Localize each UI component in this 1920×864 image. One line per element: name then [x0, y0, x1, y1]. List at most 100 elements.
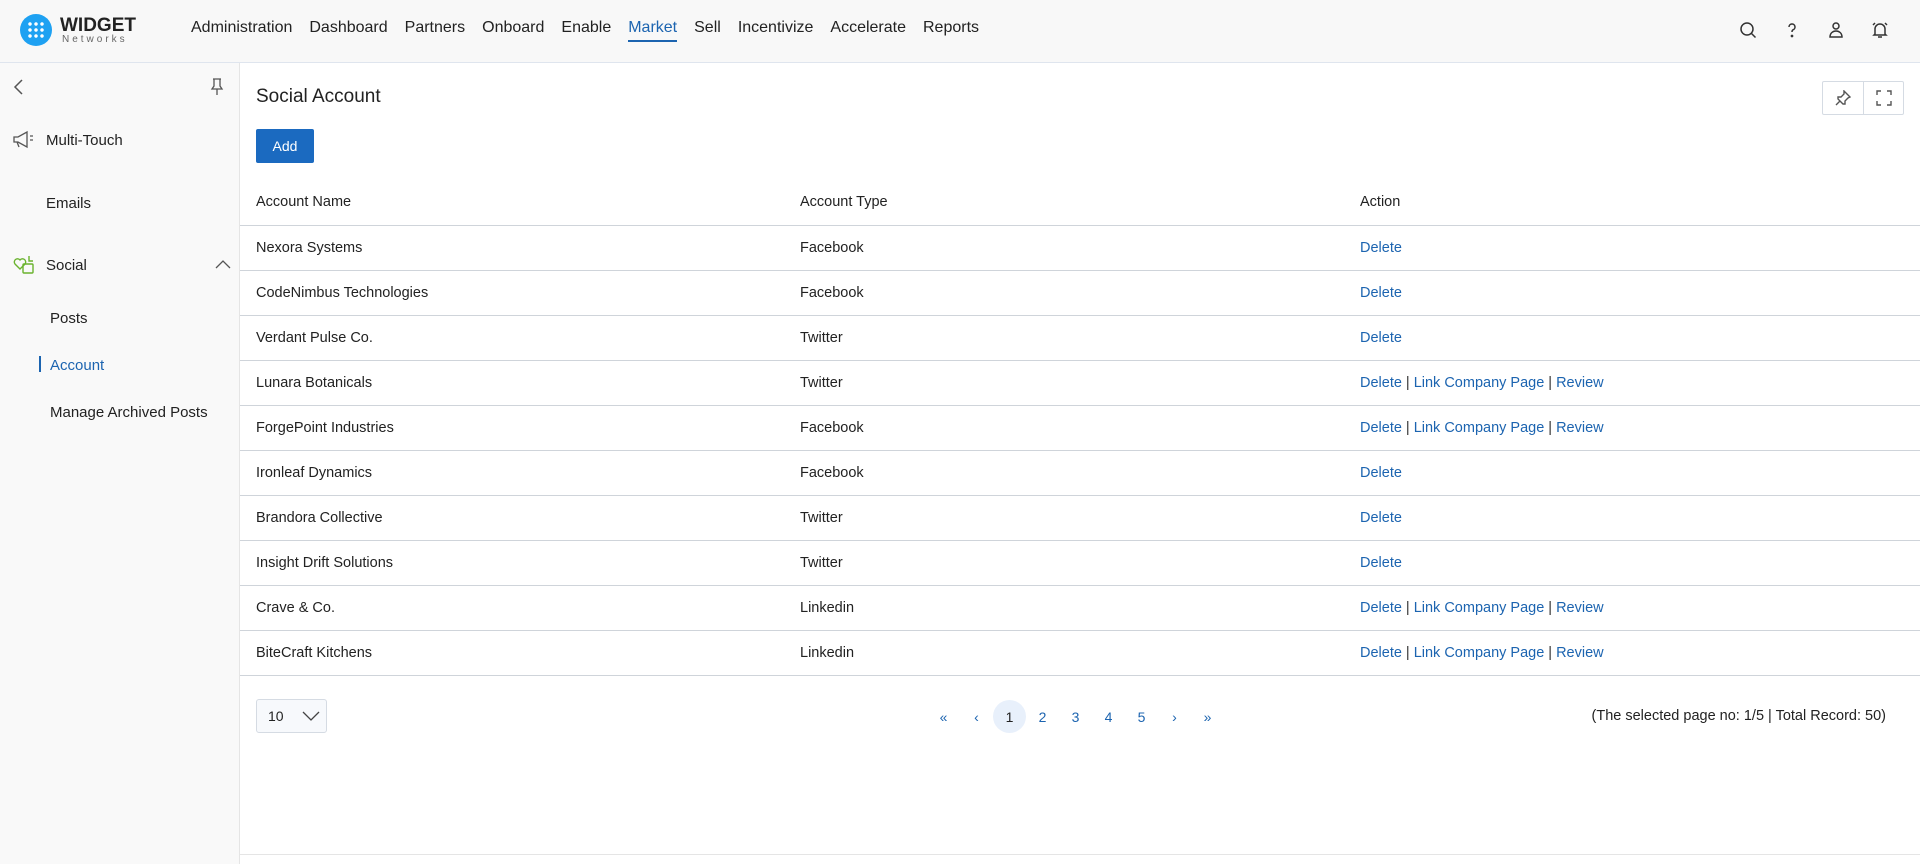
actions-cell: Delete | Link Company Page | Review — [1360, 585, 1920, 631]
brand-name: WIDGET — [60, 14, 136, 36]
next-page-button[interactable]: › — [1158, 700, 1191, 733]
brand-sub: Networks — [62, 33, 128, 45]
column-header-action: Action — [1360, 180, 1920, 226]
table-row: Ironleaf Dynamics Facebook Delete — [240, 450, 1920, 496]
review-link[interactable]: Review — [1556, 600, 1604, 616]
column-header-account-name[interactable]: Account Name — [240, 180, 800, 226]
link-company-page-link[interactable]: Link Company Page — [1414, 375, 1545, 391]
actions-cell: Delete — [1360, 540, 1920, 586]
account-type: Facebook — [800, 270, 1360, 316]
first-page-button[interactable]: « — [927, 700, 960, 733]
sidebar: Multi-Touch Emails Social Posts Account … — [0, 63, 240, 864]
add-button[interactable]: Add — [256, 129, 314, 163]
delete-link[interactable]: Delete — [1360, 375, 1402, 391]
page-1-button[interactable]: 1 — [993, 700, 1026, 733]
account-name: BiteCraft Kitchens — [240, 630, 800, 676]
pagination-info: (The selected page no: 1/5 | Total Recor… — [1591, 708, 1886, 724]
chevron-up-icon[interactable] — [214, 257, 232, 274]
sidebar-item-emails[interactable]: Emails — [46, 195, 91, 212]
page-title: Social Account — [256, 86, 381, 107]
account-name: Crave & Co. — [240, 585, 800, 631]
separator: | — [1405, 419, 1410, 436]
delete-link[interactable]: Delete — [1360, 330, 1402, 346]
account-type: Facebook — [800, 405, 1360, 451]
table-row: Lunara Botanicals Twitter Delete | Link Comp… — [240, 360, 1920, 406]
actions-cell: Delete — [1360, 495, 1920, 541]
prev-page-button[interactable]: ‹ — [960, 700, 993, 733]
table-row: ForgePoint Industries Facebook Delete | Link… — [240, 405, 1920, 451]
account-name: Insight Drift Solutions — [240, 540, 800, 586]
delete-link[interactable]: Delete — [1360, 285, 1402, 301]
pin-icon[interactable] — [1823, 82, 1863, 114]
nav-reports[interactable]: Reports — [923, 19, 979, 42]
sidebar-item-multi-touch[interactable]: Multi-Touch — [46, 132, 123, 149]
page-2-button[interactable]: 2 — [1026, 700, 1059, 733]
main-content: Social Account Add Account Name Account … — [240, 63, 1920, 864]
account-type: Facebook — [800, 450, 1360, 496]
logo[interactable]: WIDGET Networks — [20, 14, 136, 46]
collapse-sidebar-icon[interactable] — [12, 77, 26, 102]
nav-dashboard[interactable]: Dashboard — [309, 19, 387, 42]
megaphone-icon — [12, 130, 36, 154]
review-link[interactable]: Review — [1556, 420, 1604, 436]
delete-link[interactable]: Delete — [1360, 465, 1402, 481]
page-5-button[interactable]: 5 — [1125, 700, 1158, 733]
account-type: Linkedin — [800, 585, 1360, 631]
help-icon[interactable] — [1782, 20, 1802, 45]
actions-cell: Delete | Link Company Page | Review — [1360, 405, 1920, 451]
nav-sell[interactable]: Sell — [694, 19, 721, 42]
nav-partners[interactable]: Partners — [405, 19, 465, 42]
link-company-page-link[interactable]: Link Company Page — [1414, 600, 1545, 616]
bell-icon[interactable] — [1870, 20, 1890, 45]
link-company-page-link[interactable]: Link Company Page — [1414, 645, 1545, 661]
table-row: Nexora Systems Facebook Delete — [240, 225, 1920, 271]
delete-link[interactable]: Delete — [1360, 240, 1402, 256]
delete-link[interactable]: Delete — [1360, 645, 1402, 661]
page-size-select[interactable]: 10 — [256, 699, 327, 733]
actions-cell: Delete — [1360, 315, 1920, 361]
account-name: CodeNimbus Technologies — [240, 270, 800, 316]
sidebar-item-posts[interactable]: Posts — [50, 310, 88, 327]
page-4-button[interactable]: 4 — [1092, 700, 1125, 733]
separator: | — [1405, 644, 1410, 661]
separator: | — [1548, 374, 1553, 391]
table-row: CodeNimbus Technologies Facebook Delete — [240, 270, 1920, 316]
sidebar-item-manage-archived-posts[interactable]: Manage Archived Posts — [50, 404, 208, 421]
sidebar-item-social[interactable]: Social — [46, 257, 87, 274]
top-header: WIDGET Networks Administration Dashboard Pa… — [0, 0, 1920, 63]
sidebar-item-account[interactable]: Account — [50, 357, 104, 374]
actions-cell: Delete | Link Company Page | Review — [1360, 360, 1920, 406]
pagination: «‹ 1 2 3 4 5 ›» — [927, 700, 1224, 733]
review-link[interactable]: Review — [1556, 375, 1604, 391]
delete-link[interactable]: Delete — [1360, 420, 1402, 436]
fullscreen-icon[interactable] — [1863, 82, 1903, 114]
table-row: Crave & Co. Linkedin Delete | Link Company P… — [240, 585, 1920, 631]
delete-link[interactable]: Delete — [1360, 510, 1402, 526]
column-header-account-type[interactable]: Account Type — [800, 180, 1360, 226]
table-row: Brandora Collective Twitter Delete — [240, 495, 1920, 541]
last-page-button[interactable]: » — [1191, 700, 1224, 733]
delete-link[interactable]: Delete — [1360, 555, 1402, 571]
main-nav: Administration Dashboard Partners Onboard En… — [191, 19, 979, 42]
link-company-page-link[interactable]: Link Company Page — [1414, 420, 1545, 436]
page-size-value: 10 — [268, 708, 284, 724]
account-name: Nexora Systems — [240, 225, 800, 271]
account-name: ForgePoint Industries — [240, 405, 800, 451]
account-type: Twitter — [800, 360, 1360, 406]
separator: | — [1548, 599, 1553, 616]
nav-enable[interactable]: Enable — [561, 19, 611, 42]
page-3-button[interactable]: 3 — [1059, 700, 1092, 733]
pin-sidebar-icon[interactable] — [210, 77, 224, 102]
delete-link[interactable]: Delete — [1360, 600, 1402, 616]
nav-accelerate[interactable]: Accelerate — [830, 19, 906, 42]
nav-market[interactable]: Market — [628, 19, 678, 42]
nav-administration[interactable]: Administration — [191, 19, 292, 42]
nav-incentivize[interactable]: Incentivize — [738, 19, 814, 42]
actions-cell: Delete — [1360, 270, 1920, 316]
review-link[interactable]: Review — [1556, 645, 1604, 661]
separator: | — [1548, 419, 1553, 436]
separator: | — [1548, 644, 1553, 661]
nav-onboard[interactable]: Onboard — [482, 19, 544, 42]
search-icon[interactable] — [1738, 20, 1758, 45]
user-icon[interactable] — [1826, 20, 1846, 45]
